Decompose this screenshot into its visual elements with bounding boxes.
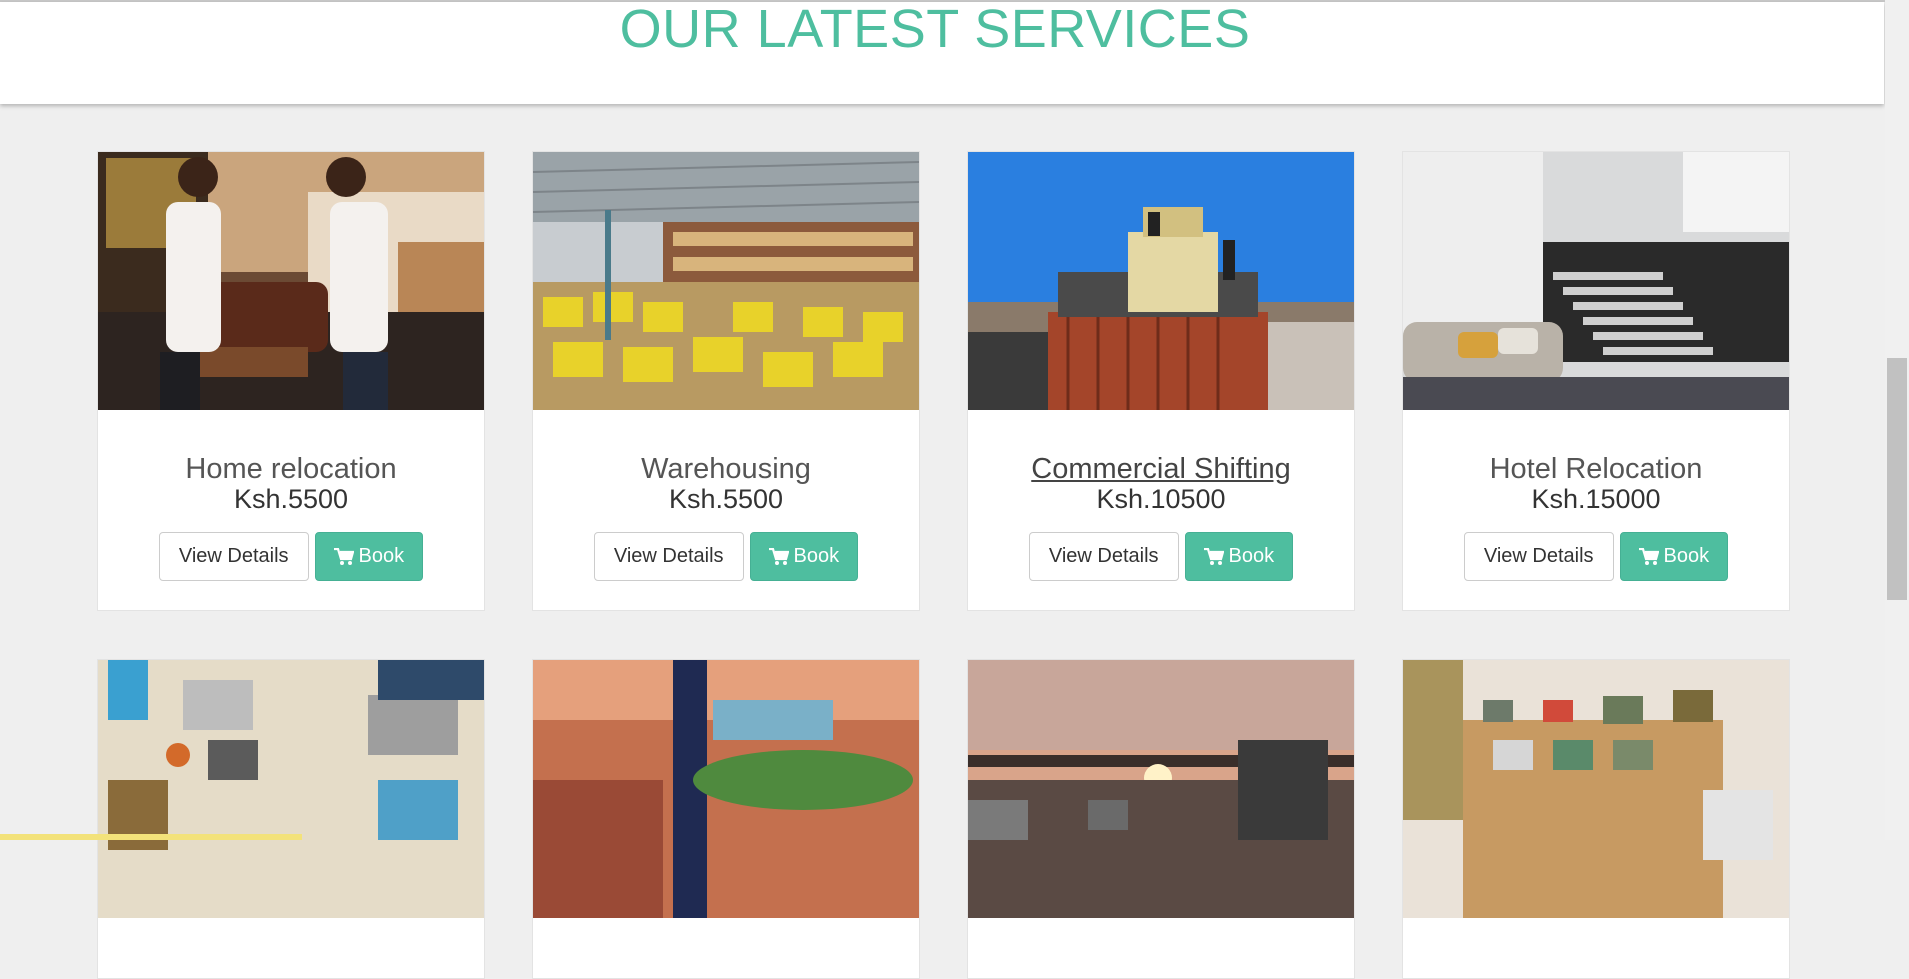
service-card-row2-1 <box>97 659 485 979</box>
service-image-highway <box>968 660 1354 918</box>
service-image-restaurant <box>533 660 919 918</box>
cart-icon <box>1203 547 1224 565</box>
cart-icon <box>1638 547 1659 565</box>
service-card-row2-4 <box>1402 659 1790 979</box>
book-button[interactable]: Book <box>314 532 424 581</box>
book-label: Book <box>793 545 840 567</box>
service-card-hotel-relocation: Hotel Relocation Ksh.15000 View Details … <box>1402 151 1790 611</box>
service-title: Warehousing <box>641 453 811 485</box>
view-details-button[interactable]: View Details <box>158 532 309 581</box>
service-card-commercial-shifting: Commercial Shifting Ksh.10500 View Detai… <box>967 151 1355 611</box>
service-price: Ksh.5500 <box>668 484 784 514</box>
book-label: Book <box>358 545 405 567</box>
service-title-link[interactable]: Commercial Shifting <box>968 452 1354 486</box>
bottom-notice-strip <box>0 834 302 840</box>
view-details-button[interactable]: View Details <box>593 532 744 581</box>
section-title: OUR LATEST SERVICES <box>619 0 1251 59</box>
service-title: Hotel Relocation <box>1489 453 1703 485</box>
book-button[interactable]: Book <box>1619 532 1729 581</box>
service-card-row2-3 <box>967 659 1355 979</box>
service-image-hotel <box>1403 152 1789 410</box>
book-label: Book <box>1228 545 1275 567</box>
service-card-home-relocation: Home relocation Ksh.5500 View Details Bo… <box>97 151 485 611</box>
service-image-movers <box>98 152 484 410</box>
scrollbar-thumb[interactable] <box>1887 358 1907 600</box>
service-title: Home relocation <box>185 453 397 485</box>
service-image-truck <box>968 152 1354 410</box>
book-button[interactable]: Book <box>1184 532 1294 581</box>
service-card-warehousing: Warehousing Ksh.5500 View Details Book <box>532 151 920 611</box>
section-header: OUR LATEST SERVICES <box>0 0 1884 104</box>
page-scrollbar[interactable] <box>1885 0 1909 840</box>
service-price: Ksh.15000 <box>1531 484 1661 514</box>
service-price: Ksh.10500 <box>1096 484 1226 514</box>
service-image-desk <box>98 660 484 918</box>
book-button[interactable]: Book <box>749 532 859 581</box>
view-details-button[interactable]: View Details <box>1463 532 1614 581</box>
view-details-button[interactable]: View Details <box>1028 532 1179 581</box>
service-price: Ksh.5500 <box>233 484 349 514</box>
cart-icon <box>333 547 354 565</box>
book-label: Book <box>1663 545 1710 567</box>
service-image-warehouse <box>533 152 919 410</box>
cart-icon <box>768 547 789 565</box>
service-card-row2-2 <box>532 659 920 979</box>
service-image-tv-shelf <box>1403 660 1789 918</box>
